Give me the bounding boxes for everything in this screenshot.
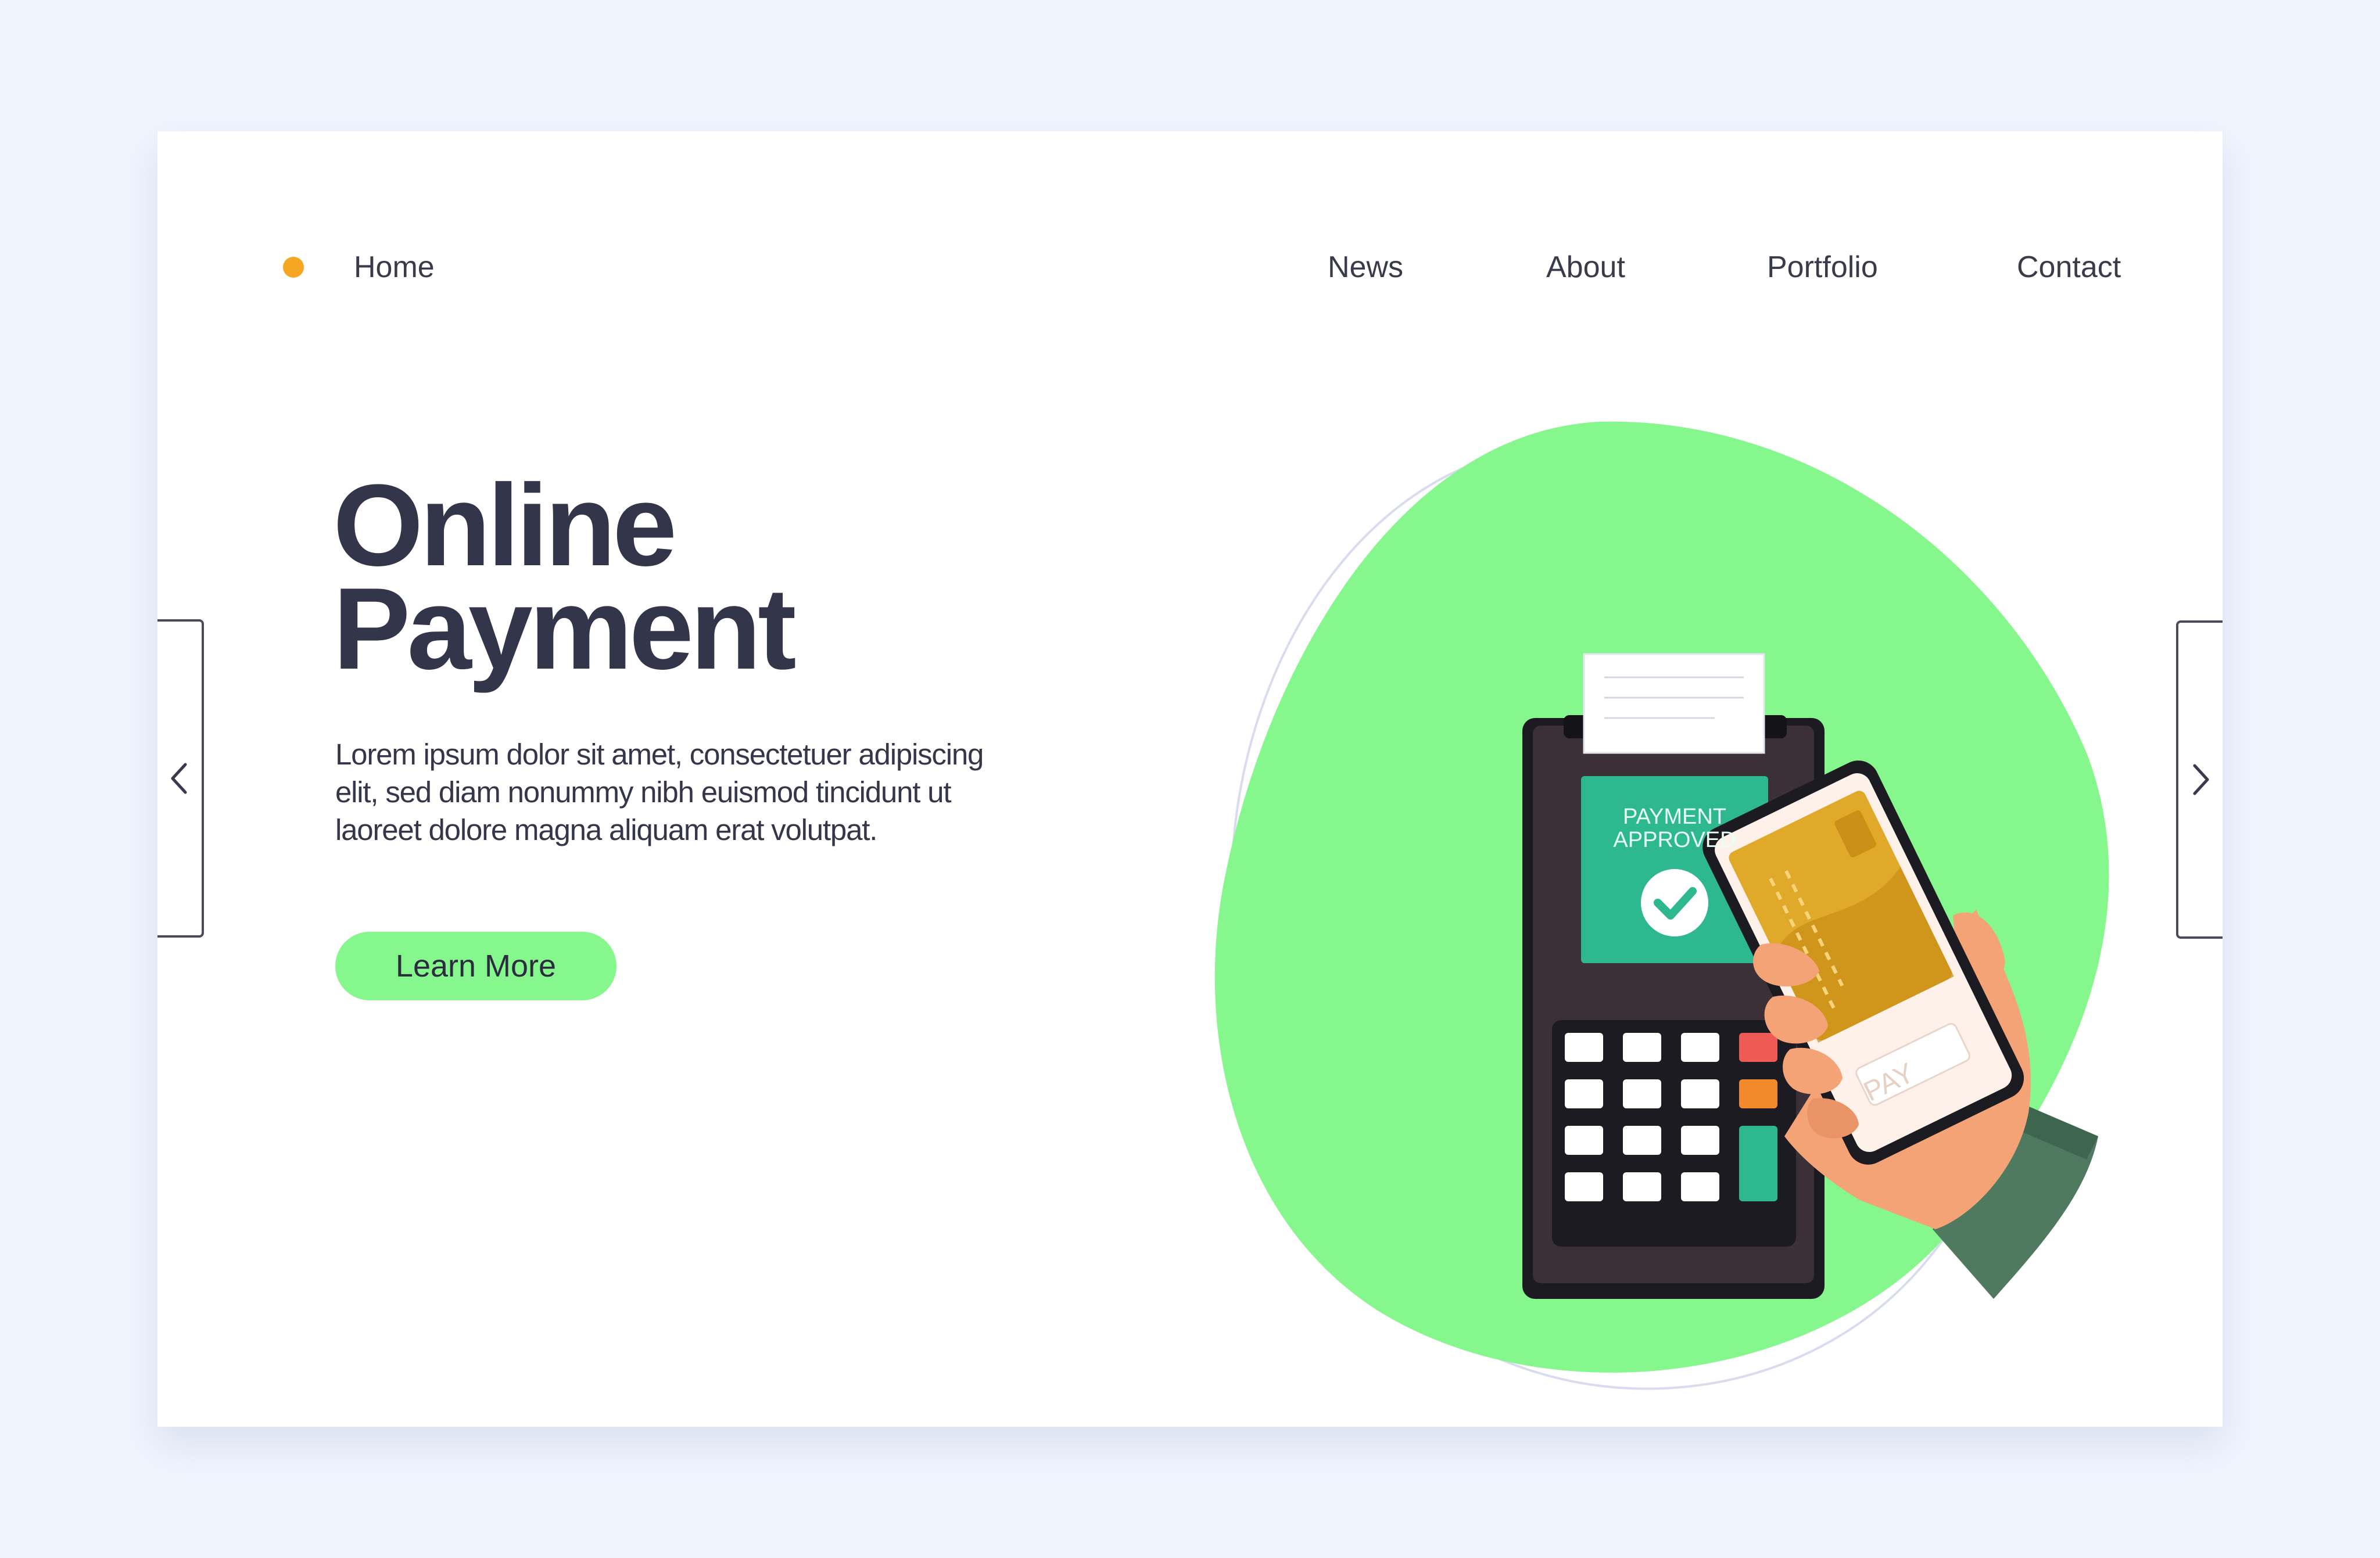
nav-about-link[interactable]: About xyxy=(1546,249,1625,286)
keypad-key xyxy=(1681,1172,1719,1201)
keypad-key xyxy=(1565,1126,1603,1155)
learn-more-button[interactable]: Learn More xyxy=(335,932,616,1000)
brand-dot-icon xyxy=(283,257,304,278)
previous-slide-button[interactable] xyxy=(157,619,204,938)
check-circle-icon xyxy=(1641,869,1708,936)
keypad-enter-key xyxy=(1739,1126,1777,1201)
keypad-key xyxy=(1681,1033,1719,1062)
hero-description: Lorem ipsum dolor sit amet, consectetuer… xyxy=(335,738,984,846)
landing-page-card: Home News About Portfolio Contact Online… xyxy=(157,131,2223,1427)
keypad-key xyxy=(1623,1172,1661,1201)
nav-contact-link[interactable]: Contact xyxy=(2017,249,2121,286)
hero-title: Online Payment xyxy=(333,461,797,694)
terminal-screen-text: PAYMENT APPROVED xyxy=(1613,805,1736,852)
keypad-key xyxy=(1565,1079,1603,1108)
payment-illustration: PAYMENT APPROVED PAY xyxy=(1145,404,2226,1392)
keypad-key xyxy=(1623,1033,1661,1062)
keypad-key xyxy=(1565,1172,1603,1201)
keypad-key xyxy=(1681,1079,1719,1108)
keypad-key xyxy=(1623,1126,1661,1155)
keypad-key xyxy=(1623,1079,1661,1108)
keypad-cancel-key xyxy=(1739,1033,1777,1062)
keypad-key xyxy=(1681,1126,1719,1155)
chevron-left-icon xyxy=(171,763,187,794)
nav-home-link[interactable]: Home xyxy=(354,249,435,286)
keypad-clear-key xyxy=(1739,1079,1777,1108)
keypad-key xyxy=(1565,1033,1603,1062)
nav-portfolio-link[interactable]: Portfolio xyxy=(1767,249,1878,286)
nav-news-link[interactable]: News xyxy=(1328,249,1403,286)
